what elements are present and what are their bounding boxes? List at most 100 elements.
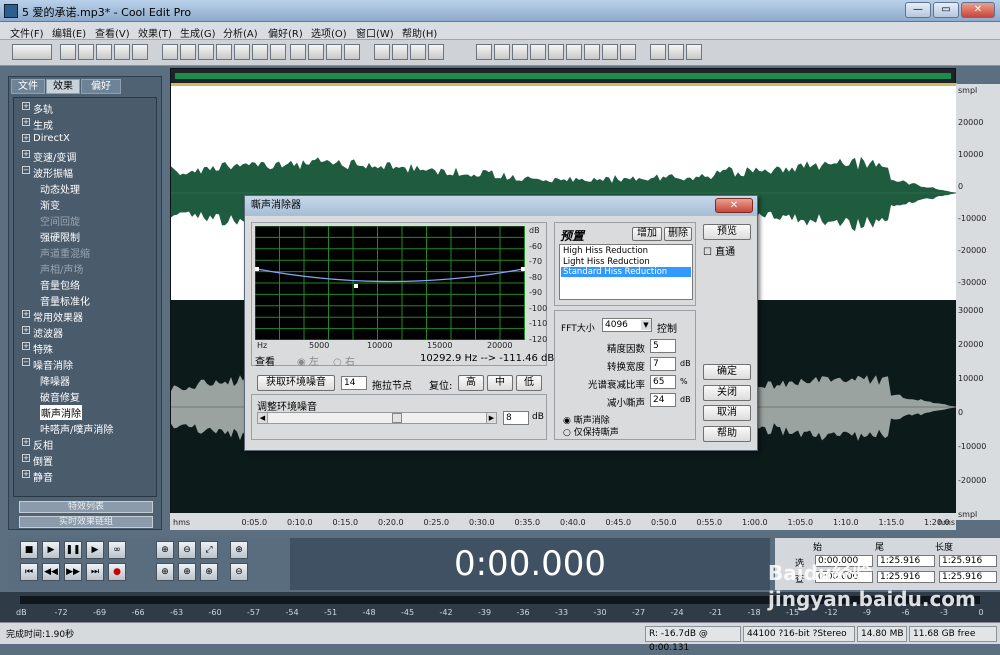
tree-item[interactable]: + 静音 [22,469,53,484]
toolbar-button-29[interactable] [620,44,636,60]
pause-button[interactable]: ❚❚ [64,541,82,559]
play-button[interactable]: ▶ [42,541,60,559]
menu-edit[interactable]: 编辑(E) [52,25,86,40]
close-window-button[interactable]: ✕ [961,2,995,18]
toolbar-button-8[interactable] [198,44,214,60]
noise-floor-graph[interactable] [254,225,525,341]
toolbar-button-14[interactable] [308,44,324,60]
expand-icon[interactable]: + [22,470,30,478]
toolbar-button-24[interactable] [530,44,546,60]
expand-icon[interactable]: + [22,326,30,334]
toolbar-button-25[interactable] [548,44,564,60]
view-right-radio[interactable]: ○ 右 [333,353,355,368]
tree-item[interactable]: + 常用效果器 [22,309,83,324]
collapse-icon[interactable]: − [22,358,30,366]
presets-list[interactable]: High Hiss Reduction Light Hiss Reduction S… [559,244,693,300]
toolbar-button-13[interactable] [290,44,306,60]
tree-item[interactable]: + 生成 [22,117,53,132]
minimize-button[interactable]: — [905,2,931,18]
get-noise-floor-button[interactable]: 获取环境噪音 [257,375,335,391]
toolbar-button-16[interactable] [344,44,360,60]
param-field[interactable]: 24 [650,393,676,407]
toolbar-mode-button[interactable] [12,44,52,60]
tree-item[interactable]: + 反相 [22,437,53,452]
toolbar-button-21[interactable] [476,44,492,60]
expand-icon[interactable]: + [22,454,30,462]
toolbar-button-32[interactable] [686,44,702,60]
toolbar-button-7[interactable] [180,44,196,60]
menu-window[interactable]: 窗口(W) [356,25,394,40]
slider-value-field[interactable]: 8 [503,411,529,425]
param-field[interactable]: 65 [650,375,676,389]
expand-icon[interactable]: + [22,310,30,318]
tree-item[interactable]: − 噪音消除 [22,357,73,372]
preview-button[interactable]: 预览 [703,224,751,240]
zoom-in-vertical-button[interactable]: ⊕ [230,541,248,559]
menu-generate[interactable]: 生成(G) [180,25,216,40]
zoom-left-button[interactable]: ⊕ [156,563,174,581]
overview-bar[interactable] [175,73,951,79]
stop-button[interactable]: ■ [20,541,38,559]
noise-slider[interactable]: ◀ ▶ [257,412,497,424]
expand-icon[interactable]: + [22,150,30,158]
tab-favorites[interactable]: 偏好 [81,79,121,94]
reset-low-button[interactable]: 低 [516,375,542,391]
cancel-button[interactable]: 取消 [703,405,751,421]
toolbar-button-10[interactable] [234,44,250,60]
toolbar-button-30[interactable] [650,44,666,60]
add-preset-button[interactable]: 增加 [632,227,662,241]
toolbar-button-28[interactable] [602,44,618,60]
close-button[interactable]: 关闭 [703,385,751,401]
zoom-full-button[interactable]: ⤢ [200,541,218,559]
collapse-icon[interactable]: − [22,166,30,174]
tree-item[interactable]: + 变速/变调 [22,149,76,164]
effects-list-button[interactable]: 特效列表 [19,501,153,513]
param-field[interactable]: 7 [650,357,676,371]
go-to-end-button[interactable]: ⏭ [86,563,104,581]
slider-left-arrow-icon[interactable]: ◀ [258,413,268,423]
menu-options[interactable]: 选项(O) [311,25,347,40]
menu-effects[interactable]: 效果(T) [138,25,172,40]
toolbar-button-9[interactable] [216,44,232,60]
ok-button[interactable]: 确定 [703,364,751,380]
zoom-in-button[interactable]: ⊕ [156,541,174,559]
toolbar-button-22[interactable] [494,44,510,60]
preset-item[interactable]: Light Hiss Reduction [561,257,691,267]
tree-item[interactable]: + 特殊 [22,341,53,356]
tree-item[interactable]: + 多轨 [22,101,53,116]
tab-files[interactable]: 文件 [11,79,45,94]
play-to-end-button[interactable]: ▶ [86,541,104,559]
rewind-button[interactable]: ◀◀ [42,563,60,581]
toolbar-button-19[interactable] [410,44,426,60]
slider-thumb[interactable] [392,413,402,423]
tab-effects[interactable]: 效果 [46,79,80,94]
toolbar-button-26[interactable] [566,44,582,60]
maximize-button[interactable]: ▭ [933,2,959,18]
fast-forward-button[interactable]: ▶▶ [64,563,82,581]
toolbar-button-6[interactable] [162,44,178,60]
view-left-radio[interactable]: ◉ 左 [297,353,319,368]
param-field[interactable]: 5 [650,339,676,353]
toolbar-button-18[interactable] [392,44,408,60]
toolbar-button-5[interactable] [132,44,148,60]
toolbar-button-20[interactable] [428,44,444,60]
loop-button[interactable]: ∞ [108,541,126,559]
dialog-close-icon[interactable]: ✕ [715,198,753,213]
toolbar-button-2[interactable] [78,44,94,60]
preset-item[interactable]: High Hiss Reduction [561,246,691,256]
menu-preferences[interactable]: 偏好(R) [268,25,303,40]
toolbar-button-23[interactable] [512,44,528,60]
toolbar-button-15[interactable] [326,44,342,60]
expand-icon[interactable]: + [22,342,30,350]
tree-item[interactable]: + DirectX [22,133,70,144]
tree-item[interactable]: + 倒置 [22,453,53,468]
bypass-checkbox[interactable]: ☐ 直通 [703,243,735,258]
go-to-start-button[interactable]: ⏮ [20,563,38,581]
menu-help[interactable]: 帮助(H) [402,25,437,40]
delete-preset-button[interactable]: 删除 [664,227,692,241]
expand-icon[interactable]: + [22,102,30,110]
toolbar-button-1[interactable] [60,44,76,60]
expand-icon[interactable]: + [22,134,30,142]
tree-item[interactable]: + 滤波器 [22,325,63,340]
reset-mid-button[interactable]: 中 [487,375,513,391]
